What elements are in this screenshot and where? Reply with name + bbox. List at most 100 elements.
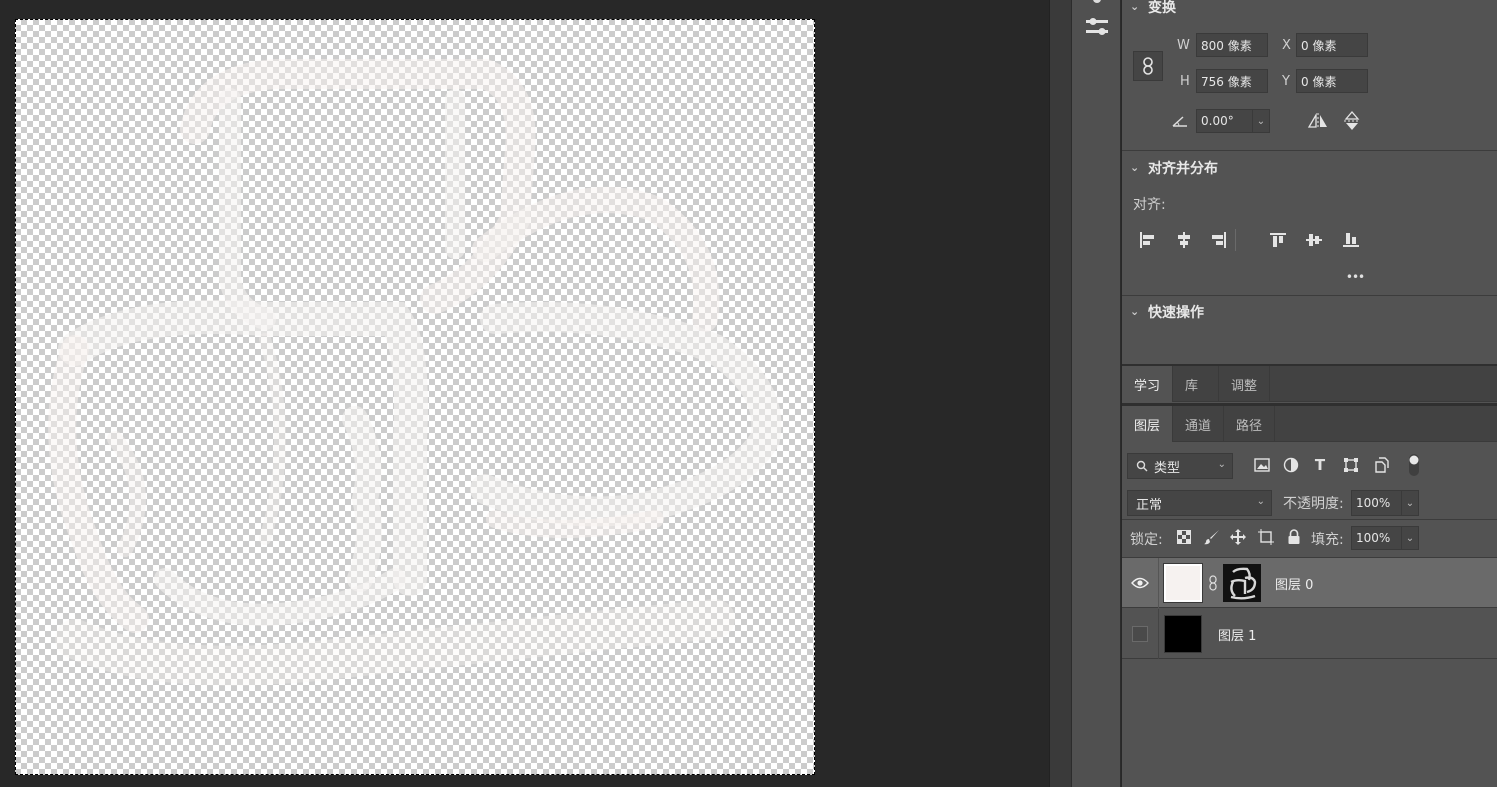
- x-field[interactable]: 0 像素: [1296, 33, 1368, 57]
- row-separator: [1158, 558, 1159, 608]
- align-bottom-icon: [1343, 233, 1359, 247]
- width-value: 800 像素: [1201, 38, 1252, 53]
- layer-name[interactable]: 图层 1: [1218, 625, 1256, 644]
- filter-type-layers-button[interactable]: T: [1310, 455, 1330, 475]
- fill-value: 100%: [1356, 531, 1391, 545]
- mask-link-icon[interactable]: [1208, 574, 1218, 592]
- search-icon: [1136, 460, 1148, 472]
- lock-position-button[interactable]: [1228, 527, 1248, 547]
- opacity-slider-toggle[interactable]: ⌄: [1401, 490, 1419, 516]
- flip-horizontal-button[interactable]: [1306, 110, 1330, 132]
- tab-learn[interactable]: 学习: [1122, 366, 1174, 402]
- tab-layers[interactable]: 图层: [1122, 406, 1174, 442]
- layers-tab-bar: 图层 通道 路径: [1122, 406, 1497, 442]
- align-top-button[interactable]: [1267, 229, 1289, 251]
- panel-icon-top[interactable]: [1084, 0, 1110, 12]
- chevron-down-icon: ⌄: [1256, 496, 1265, 507]
- tab-adjustments[interactable]: 调整: [1219, 366, 1271, 402]
- filter-smart-objects-button[interactable]: [1371, 455, 1391, 475]
- lock-all-button[interactable]: [1284, 527, 1304, 547]
- tab-paths[interactable]: 路径: [1224, 406, 1276, 442]
- opacity-value: 100%: [1356, 496, 1391, 510]
- align-section-header[interactable]: ⌄ 对齐并分布: [1122, 154, 1497, 182]
- half-circle-icon: [1283, 457, 1299, 473]
- align-label: 对齐:: [1133, 197, 1166, 213]
- quick-actions-title: 快速操作: [1148, 305, 1204, 321]
- lock-icon: [1288, 529, 1300, 544]
- width-label: W: [1177, 38, 1190, 53]
- x-value: 0 像素: [1301, 38, 1337, 53]
- quick-actions-section-header[interactable]: ⌄ 快速操作: [1122, 298, 1497, 326]
- visibility-toggle[interactable]: [1132, 626, 1148, 642]
- chain-link-icon: [1143, 57, 1153, 75]
- tab-libraries-label: 库: [1185, 378, 1199, 394]
- properties-sliders-icon[interactable]: [1084, 14, 1110, 40]
- height-label: H: [1180, 74, 1190, 89]
- chevron-down-icon: ⌄: [1130, 161, 1140, 174]
- filter-adjustment-layers-button[interactable]: [1281, 455, 1301, 475]
- shape-icon: [1344, 458, 1358, 472]
- opacity-label: 不透明度:: [1283, 496, 1344, 512]
- link-dimensions-button[interactable]: [1133, 51, 1163, 81]
- flip-horizontal-icon: [1307, 113, 1327, 129]
- image-icon: [1254, 458, 1270, 472]
- align-separator: [1235, 229, 1236, 251]
- more-options-button[interactable]: •••: [1342, 268, 1368, 286]
- align-left-icon: [1140, 232, 1154, 248]
- chevron-down-icon: ⌄: [1130, 0, 1140, 13]
- tab-libraries[interactable]: 库: [1173, 366, 1220, 402]
- filter-toggle-switch[interactable]: [1406, 452, 1422, 478]
- layer-thumbnail[interactable]: [1163, 563, 1203, 603]
- tab-channels[interactable]: 通道: [1173, 406, 1225, 442]
- panel-gutter: [1049, 0, 1071, 787]
- layer-name[interactable]: 图层 0: [1275, 574, 1313, 593]
- layer-filter-kind: 类型: [1154, 460, 1181, 476]
- layer-row-0[interactable]: 图层 0: [1122, 558, 1497, 608]
- move-icon: [1230, 529, 1246, 545]
- opacity-field[interactable]: 100%: [1351, 490, 1403, 516]
- align-left-button[interactable]: [1136, 229, 1158, 251]
- height-value: 756 像素: [1201, 74, 1252, 89]
- y-field[interactable]: 0 像素: [1296, 69, 1368, 93]
- y-value: 0 像素: [1301, 74, 1337, 89]
- layer-thumbnail[interactable]: [1164, 615, 1202, 653]
- fill-field[interactable]: 100%: [1351, 526, 1403, 550]
- tab-paths-label: 路径: [1236, 418, 1263, 434]
- lock-image-pixels-button[interactable]: [1202, 527, 1222, 547]
- chevron-down-icon: ⌄: [1130, 305, 1140, 318]
- chevron-down-icon: ⌄: [1217, 459, 1226, 470]
- canvas-image-content: [48, 59, 782, 686]
- align-title: 对齐并分布: [1148, 161, 1218, 177]
- angle-value: 0.00°: [1201, 114, 1234, 128]
- transform-section-header[interactable]: ⌄ 变换: [1122, 0, 1497, 21]
- tab-learn-label: 学习: [1134, 378, 1161, 394]
- align-horizontal-center-button[interactable]: [1173, 229, 1195, 251]
- lock-transparent-pixels-button[interactable]: [1174, 527, 1194, 547]
- layer-row-1[interactable]: 图层 1: [1122, 609, 1497, 659]
- tab-adjustments-label: 调整: [1231, 378, 1258, 394]
- tab-layers-label: 图层: [1134, 418, 1161, 434]
- height-field[interactable]: 756 像素: [1196, 69, 1268, 93]
- filter-pixel-layers-button[interactable]: [1252, 455, 1272, 475]
- angle-dropdown[interactable]: ⌄: [1252, 109, 1270, 133]
- width-field[interactable]: 800 像素: [1196, 33, 1268, 57]
- visibility-toggle[interactable]: [1130, 573, 1150, 593]
- layer-mask-thumbnail[interactable]: [1223, 564, 1261, 602]
- document-canvas[interactable]: [15, 19, 815, 775]
- blend-mode-dropdown[interactable]: 正常 ⌄: [1127, 490, 1272, 516]
- flip-vertical-button[interactable]: [1340, 110, 1364, 132]
- divider: [1122, 295, 1497, 296]
- layer-filter-dropdown[interactable]: 类型 ⌄: [1127, 453, 1233, 479]
- align-vertical-center-button[interactable]: [1303, 229, 1325, 251]
- tab-channels-label: 通道: [1185, 418, 1212, 434]
- workspace: [0, 0, 1049, 787]
- angle-field[interactable]: 0.00°: [1196, 109, 1260, 133]
- filter-shape-layers-button[interactable]: [1341, 455, 1361, 475]
- align-right-button[interactable]: [1208, 229, 1230, 251]
- align-bottom-button[interactable]: [1340, 229, 1362, 251]
- fill-slider-toggle[interactable]: ⌄: [1401, 526, 1419, 550]
- checkerboard-icon: [1177, 530, 1191, 544]
- toggle-icon: [1409, 454, 1419, 476]
- lock-artboard-button[interactable]: [1256, 527, 1276, 547]
- chevron-down-icon: ⌄: [1256, 115, 1266, 127]
